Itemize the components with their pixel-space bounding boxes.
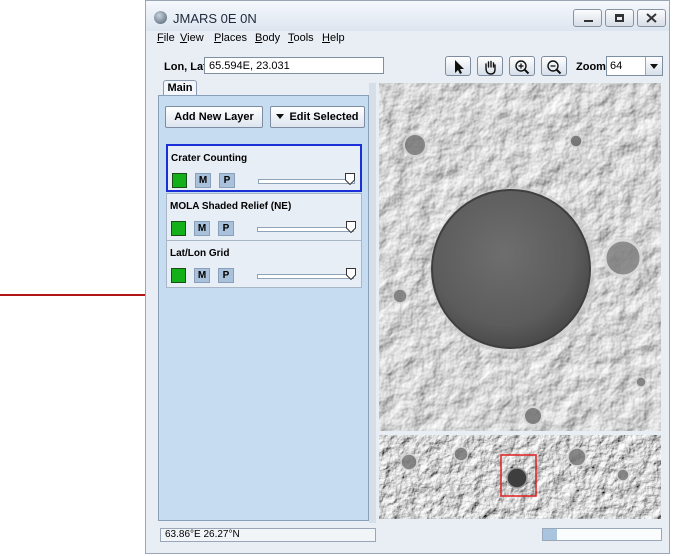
layer-panner-button[interactable]: P xyxy=(218,268,234,283)
layer-color-swatch[interactable] xyxy=(171,221,186,236)
menu-view[interactable]: View xyxy=(180,32,204,44)
zoom-in-button[interactable] xyxy=(509,56,535,76)
zoom-label: Zoom: xyxy=(576,61,610,73)
layer-main-button[interactable]: M xyxy=(194,221,210,236)
add-new-layer-button[interactable]: Add New Layer xyxy=(165,106,263,128)
zoom-in-icon xyxy=(515,60,530,75)
layer-name: Lat/Lon Grid xyxy=(170,248,230,259)
close-icon xyxy=(646,13,657,23)
layer-color-swatch[interactable] xyxy=(171,268,186,283)
coord-label: Lon, Lat xyxy=(164,61,207,73)
split-pane-divider[interactable] xyxy=(369,83,376,523)
zoom-value: 64 xyxy=(610,60,623,72)
layer-main-button[interactable]: M xyxy=(194,268,210,283)
title-bar: JMARS 0E 0N xyxy=(146,1,669,31)
layer-row-lat-lon-grid[interactable]: Lat/Lon Grid M P xyxy=(166,240,362,288)
menu-file[interactable]: File xyxy=(157,32,175,44)
progress-fill xyxy=(543,529,558,540)
layer-panner-button[interactable]: P xyxy=(218,221,234,236)
layer-name: MOLA Shaded Relief (NE) xyxy=(170,201,292,212)
tab-main[interactable]: Main xyxy=(163,80,197,96)
opacity-slider-track[interactable] xyxy=(258,179,355,184)
progress-bar xyxy=(542,528,662,541)
edit-selected-label: Edit Selected xyxy=(289,111,359,123)
maximize-button[interactable] xyxy=(605,9,634,27)
zoom-select[interactable]: 64 xyxy=(606,56,663,76)
triangle-down-icon xyxy=(276,114,285,119)
chevron-down-icon[interactable] xyxy=(645,57,662,75)
pan-hand-icon xyxy=(485,60,496,75)
app-globe-icon xyxy=(154,11,167,24)
window-title: JMARS 0E 0N xyxy=(173,11,257,26)
opacity-slider-thumb[interactable] xyxy=(345,173,355,185)
minimize-button[interactable] xyxy=(573,9,602,27)
overview-crater xyxy=(506,467,528,489)
menu-places[interactable]: Places xyxy=(214,32,247,44)
edit-selected-button[interactable]: Edit Selected xyxy=(270,106,365,128)
pointer-icon xyxy=(455,60,464,74)
layer-name: Crater Counting xyxy=(171,153,248,164)
layer-row-mola-shaded-relief[interactable]: MOLA Shaded Relief (NE) M P xyxy=(166,193,362,241)
layer-manager-panel: Add New Layer Edit Selected Crater Count… xyxy=(158,95,369,521)
opacity-slider-track[interactable] xyxy=(257,274,354,279)
menu-tools[interactable]: Tools xyxy=(288,32,314,44)
menu-body[interactable]: Body xyxy=(255,32,280,44)
main-map-view[interactable] xyxy=(379,83,661,431)
coord-input[interactable]: 65.594E, 23.031 xyxy=(204,57,384,74)
layer-main-button[interactable]: M xyxy=(195,173,211,188)
pan-tool-button[interactable] xyxy=(477,56,503,76)
status-coordinates: 63.86°E 26.27°N xyxy=(160,528,376,542)
opacity-slider-thumb[interactable] xyxy=(346,268,356,280)
overview-map[interactable] xyxy=(379,435,661,519)
large-crater xyxy=(431,189,591,349)
layer-row-crater-counting[interactable]: Crater Counting M P xyxy=(166,144,362,192)
opacity-slider-track[interactable] xyxy=(257,227,354,232)
menu-help[interactable]: Help xyxy=(322,32,345,44)
pointer-tool-button[interactable] xyxy=(445,56,471,76)
close-button[interactable] xyxy=(637,9,666,27)
opacity-slider-thumb[interactable] xyxy=(346,221,356,233)
zoom-out-icon xyxy=(547,60,562,75)
app-window: JMARS 0E 0N File View Places Body Tools … xyxy=(145,0,670,554)
layer-panner-button[interactable]: P xyxy=(219,173,235,188)
layer-color-swatch[interactable] xyxy=(172,173,187,188)
zoom-out-button[interactable] xyxy=(541,56,567,76)
